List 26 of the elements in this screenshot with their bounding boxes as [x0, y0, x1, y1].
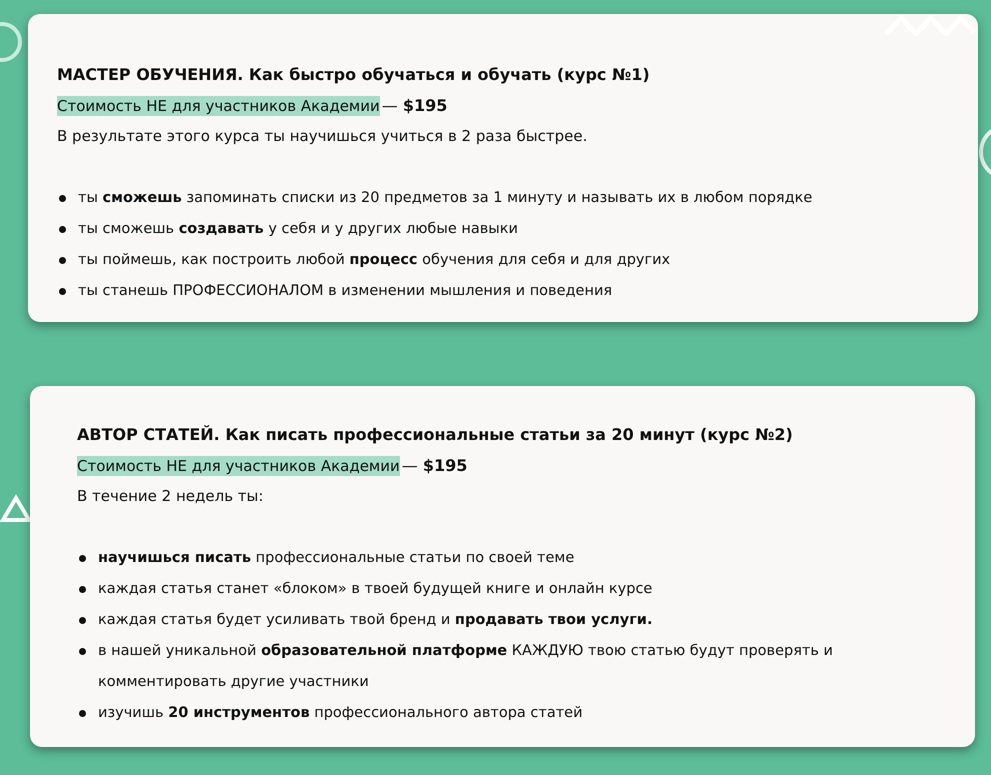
bullet-text: ты станешь ПРОФЕССИОНАЛОМ в изменении мышления и поведения	[78, 282, 612, 301]
bullet-text: каждая статья будет усиливать твой бренд и продавать твои услуги.	[98, 611, 652, 630]
course-intro: В результате этого курса ты научишься учиться в 2 раза быстрее.	[57, 126, 588, 147]
price-label: Стоимость НЕ для участников Академии	[77, 456, 400, 476]
course-intro: В течение 2 недель ты:	[77, 486, 264, 507]
bullet-text: каждая статья станет «блоком» в твоей будущей книге и онлайн курсе	[98, 580, 652, 599]
course-title: МАСТЕР ОБУЧЕНИЯ. Как быстро обучаться и обучать (курс №1)	[57, 64, 651, 86]
bullet-icon	[59, 226, 66, 233]
bullet-icon	[79, 586, 86, 593]
ring-decoration	[0, 20, 24, 64]
bullet-text: ты сможешь запоминать списки из 20 предметов за 1 минуту и называть их в любом порядке	[78, 189, 812, 208]
bullet-icon	[79, 555, 86, 562]
bullet-icon	[59, 257, 66, 264]
bullet-icon	[79, 617, 86, 624]
price: — $195	[382, 96, 448, 115]
bullet-text: ты сможешь создавать у себя и у других любые навыки	[78, 220, 518, 239]
price: — $195	[402, 456, 468, 475]
bullet-icon	[79, 710, 86, 717]
bullet-icon	[79, 648, 86, 655]
bullet-icon	[59, 288, 66, 295]
bullet-text: научишься писать профессиональные статьи по своей теме	[98, 549, 574, 568]
bullet-text: изучишь 20 инструментов профессионального автора статей	[98, 704, 583, 723]
bullet-icon	[59, 195, 66, 202]
course-title: АВТОР СТАТЕЙ. Как писать профессиональные статьи за 20 минут (курс №2)	[77, 424, 794, 446]
price-label: Стоимость НЕ для участников Академии	[57, 96, 380, 116]
bullet-text: ты поймешь, как построить любой процесс обучения для себя и для других	[78, 251, 670, 270]
